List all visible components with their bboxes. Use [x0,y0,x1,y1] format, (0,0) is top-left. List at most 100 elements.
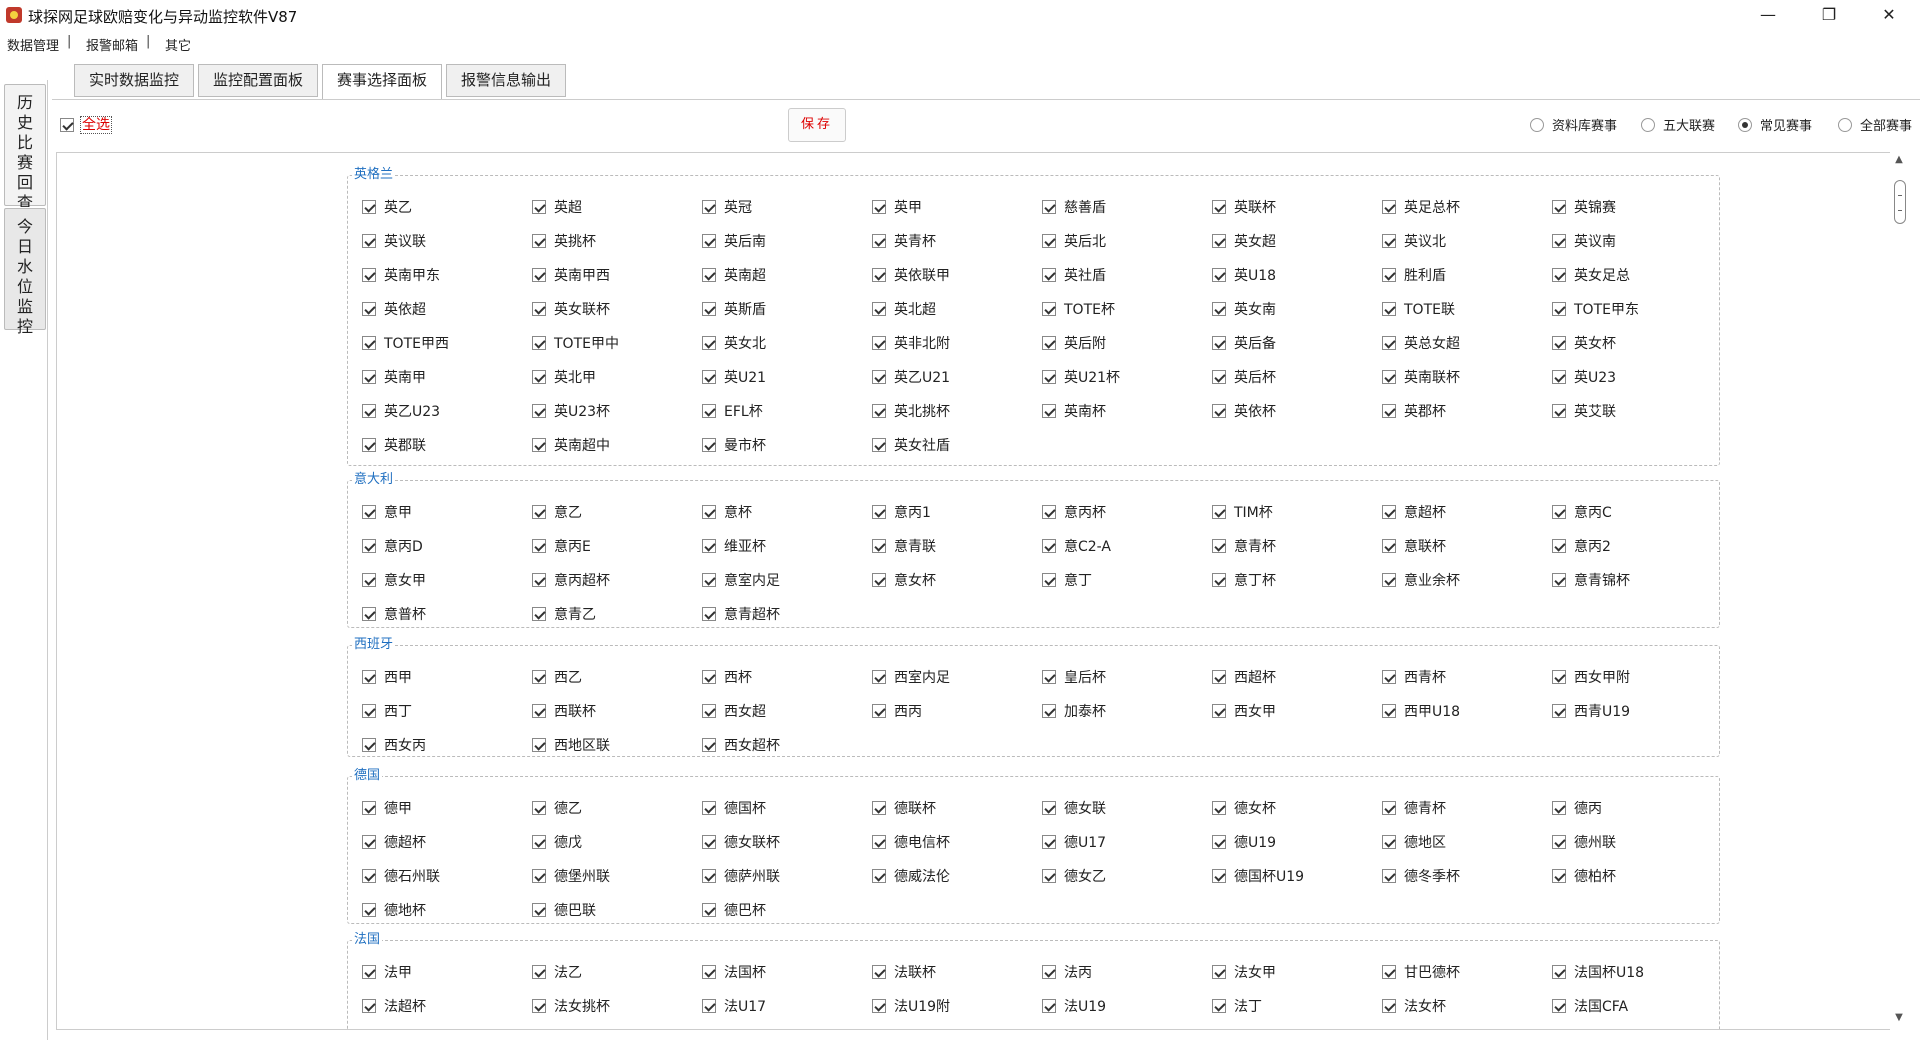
league-checkbox[interactable]: 法丙 [1042,955,1212,989]
vertical-scrollbar[interactable]: ▲ ▼ [1890,152,1908,1030]
checkbox-box[interactable] [1382,268,1396,282]
checkbox-box[interactable] [872,302,886,316]
checkbox-box[interactable] [1552,801,1566,815]
filter-database-matches[interactable]: 资料库赛事 [1530,115,1617,134]
checkbox-box[interactable] [362,903,376,917]
checkbox-box[interactable] [1042,539,1056,553]
checkbox-box[interactable] [1382,869,1396,883]
league-checkbox[interactable]: 西甲U18 [1382,694,1552,728]
checkbox-box[interactable] [1042,302,1056,316]
league-checkbox[interactable]: 德冬季杯 [1382,859,1552,893]
league-checkbox[interactable]: 英后附 [1042,326,1212,360]
checkbox-box[interactable] [1212,268,1226,282]
checkbox-box[interactable] [872,835,886,849]
league-checkbox[interactable]: 西女甲 [1212,694,1382,728]
save-button[interactable]: 保存 [788,108,846,142]
league-checkbox[interactable]: 意丁 [1042,563,1212,597]
league-checkbox[interactable]: 意青杯 [1212,529,1382,563]
checkbox-box[interactable] [1042,505,1056,519]
league-checkbox[interactable]: TOTE甲西 [362,326,532,360]
league-checkbox[interactable]: 德女联杯 [702,825,872,859]
league-checkbox[interactable]: 英超 [532,190,702,224]
league-checkbox[interactable]: 英郡杯 [1382,394,1552,428]
league-checkbox[interactable]: 英冠 [702,190,872,224]
league-checkbox[interactable]: 慈善盾 [1042,190,1212,224]
league-checkbox[interactable]: 德超杯 [362,825,532,859]
league-checkbox[interactable]: 德女杯 [1212,791,1382,825]
checkbox-box[interactable] [872,370,886,384]
league-checkbox[interactable]: 德地区 [1382,825,1552,859]
menu-other[interactable]: 其它 [165,35,191,54]
checkbox-box[interactable] [1552,200,1566,214]
checkbox-box[interactable] [362,438,376,452]
league-checkbox[interactable]: 英非北附 [872,326,1042,360]
league-checkbox[interactable]: 意青乙 [532,597,702,631]
league-checkbox[interactable]: 意丙D [362,529,532,563]
checkbox-box[interactable] [1212,965,1226,979]
league-checkbox[interactable]: 法U20 [1552,1023,1722,1029]
checkbox-box[interactable] [532,539,546,553]
close-button[interactable]: ✕ [1866,0,1912,30]
league-checkbox[interactable]: 英后备 [1212,326,1382,360]
checkbox-box[interactable] [362,234,376,248]
league-checkbox[interactable]: 德国杯U19 [1212,859,1382,893]
checkbox-box[interactable] [1552,539,1566,553]
checkbox-box[interactable] [362,965,376,979]
checkbox-box[interactable] [872,438,886,452]
checkbox-box[interactable] [1382,801,1396,815]
checkbox-box[interactable] [1552,336,1566,350]
checkbox-box[interactable] [362,200,376,214]
league-checkbox[interactable]: 意普杯 [362,597,532,631]
checkbox-box[interactable] [1382,670,1396,684]
league-checkbox[interactable]: 意业余杯 [1382,563,1552,597]
checkbox-box[interactable] [1212,801,1226,815]
checkbox-box[interactable] [702,336,716,350]
league-checkbox[interactable]: 英社盾 [1042,258,1212,292]
checkbox-box[interactable] [532,670,546,684]
checkbox-box[interactable] [872,704,886,718]
checkbox-box[interactable] [1212,336,1226,350]
checkbox-box[interactable] [532,234,546,248]
checkbox-box[interactable] [532,336,546,350]
checkbox-box[interactable] [1042,835,1056,849]
league-checkbox[interactable]: 英锦赛 [1552,190,1722,224]
checkbox-box[interactable] [702,704,716,718]
checkbox-box[interactable] [872,869,886,883]
checkbox-box[interactable] [702,539,716,553]
league-checkbox[interactable]: 英U21杯 [1042,360,1212,394]
league-checkbox[interactable]: 德石州联 [362,859,532,893]
league-checkbox[interactable]: 西甲 [362,660,532,694]
league-checkbox[interactable]: 英北甲 [532,360,702,394]
checkbox-box[interactable] [362,607,376,621]
league-checkbox[interactable]: 德甲 [362,791,532,825]
league-checkbox[interactable]: TOTE杯 [1042,292,1212,326]
league-checkbox[interactable]: 意丙C [1552,495,1722,529]
checkbox-box[interactable] [532,607,546,621]
checkbox-box[interactable] [362,302,376,316]
checkbox-box[interactable] [1042,965,1056,979]
league-checkbox[interactable]: 法U23 [1382,1023,1552,1029]
checkbox-box[interactable] [1212,404,1226,418]
checkbox-box[interactable] [362,869,376,883]
checkbox-box[interactable] [872,268,886,282]
league-checkbox[interactable]: 英总女超 [1382,326,1552,360]
checkbox-box[interactable] [702,903,716,917]
league-checkbox[interactable]: 英后北 [1042,224,1212,258]
league-checkbox[interactable]: 西联杯 [532,694,702,728]
league-checkbox[interactable]: 德地杯 [362,893,532,927]
checkbox-box[interactable] [1552,670,1566,684]
checkbox-box[interactable] [532,801,546,815]
checkbox-box[interactable] [1212,835,1226,849]
checkbox-box[interactable] [1042,573,1056,587]
league-checkbox[interactable]: 法丙杯 [872,1023,1042,1029]
checkbox-box[interactable] [1552,234,1566,248]
checkbox-box[interactable] [1212,670,1226,684]
scroll-thumb[interactable] [1894,180,1906,224]
league-checkbox[interactable]: 意C2-A [1042,529,1212,563]
checkbox-box[interactable] [1552,999,1566,1013]
checkbox-box[interactable] [532,302,546,316]
checkbox-box[interactable] [1212,505,1226,519]
league-checkbox[interactable]: 德堡州联 [532,859,702,893]
league-checkbox[interactable]: 法联杯 [872,955,1042,989]
tab-realtime-monitor[interactable]: 实时数据监控 [74,64,194,97]
